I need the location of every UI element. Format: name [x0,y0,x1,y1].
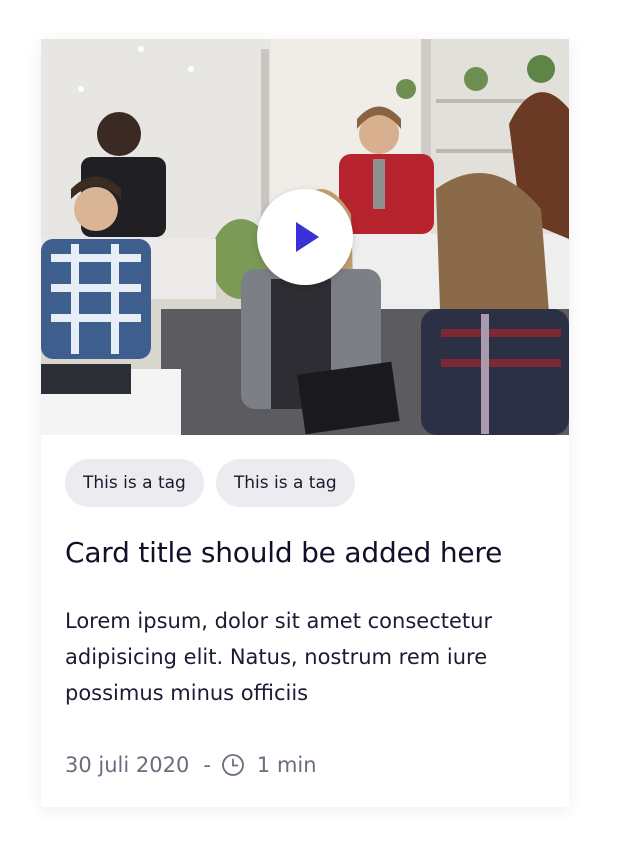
tag-list: This is a tag This is a tag [65,459,355,507]
card-title[interactable]: Card title should be added here [65,533,545,573]
play-icon [296,222,319,252]
play-triangle [296,222,319,252]
tag[interactable]: This is a tag [215,459,355,507]
card-meta: 30 juli 2020 - 1 min [65,747,317,783]
card-media[interactable] [41,39,569,435]
clock-icon [221,753,245,777]
read-duration: 1 min [256,753,317,777]
play-button[interactable] [257,189,353,285]
tag[interactable]: This is a tag [65,459,204,507]
meta-separator: - [203,753,211,777]
video-card[interactable]: This is a tag This is a tag Card title s… [41,39,569,807]
publish-date: 30 juli 2020 [65,753,190,777]
card-description: Lorem ipsum, dolor sit amet consectetur … [65,609,493,705]
